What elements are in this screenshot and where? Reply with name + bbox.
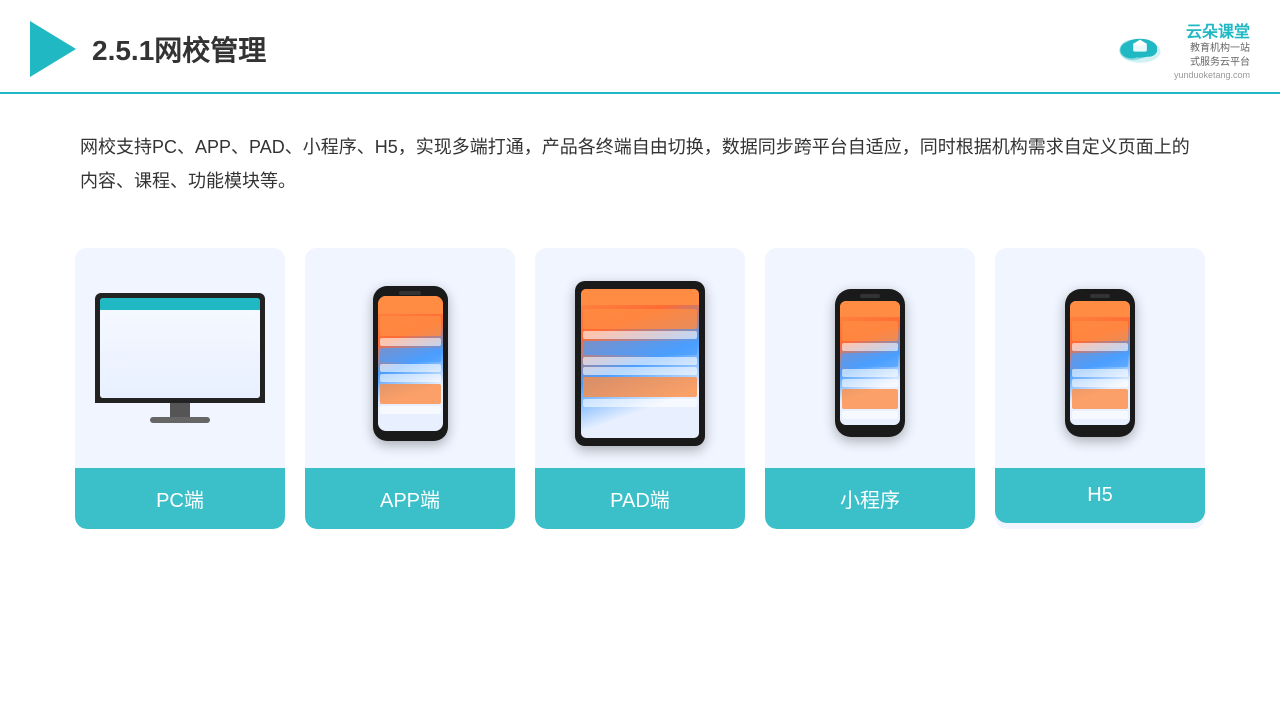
card-miniapp-image: [765, 248, 975, 468]
card-h5: H5: [995, 248, 1205, 529]
card-pad-image: [535, 248, 745, 468]
tablet-pad-icon: [575, 281, 705, 446]
logo-triangle-icon: [30, 21, 76, 77]
card-pc-image: [75, 248, 285, 468]
brand-name: 云朵课堂: [1174, 18, 1250, 42]
brand-text-block: 云朵课堂 教育机构一站 式服务云平台 yunduoketang.com: [1174, 18, 1250, 80]
card-h5-label: H5: [995, 468, 1205, 523]
description-text: 网校支持PC、APP、PAD、小程序、H5，实现多端打通，产品各终端自由切换，数…: [0, 94, 1280, 218]
card-pc-label: PC端: [75, 468, 285, 529]
card-app: APP端: [305, 248, 515, 529]
card-h5-image: [995, 248, 1205, 468]
phone-app-icon: [373, 286, 448, 441]
page-title: 2.5.1网校管理: [92, 29, 266, 69]
brand-tagline: 教育机构一站 式服务云平台: [1174, 42, 1250, 70]
card-pad-label: PAD端: [535, 468, 745, 529]
card-pad: PAD端: [535, 248, 745, 529]
header-left: 2.5.1网校管理: [30, 21, 266, 77]
brand-url: yunduoketang.com: [1174, 70, 1250, 80]
brand-logo: 云朵课堂 教育机构一站 式服务云平台 yunduoketang.com: [1114, 18, 1250, 80]
cards-container: PC端 APP端: [0, 228, 1280, 549]
card-app-image: [305, 248, 515, 468]
phone-h5-icon: [1065, 289, 1135, 437]
card-miniapp-label: 小程序: [765, 468, 975, 529]
pc-monitor-icon: [95, 293, 265, 433]
card-app-label: APP端: [305, 468, 515, 529]
header: 2.5.1网校管理 云朵课堂 教育机构一站 式服务云平台 yunduoketan…: [0, 0, 1280, 94]
cloud-icon: [1114, 31, 1166, 67]
phone-miniapp-icon: [835, 289, 905, 437]
card-pc: PC端: [75, 248, 285, 529]
card-miniapp: 小程序: [765, 248, 975, 529]
description-paragraph: 网校支持PC、APP、PAD、小程序、H5，实现多端打通，产品各终端自由切换，数…: [80, 130, 1200, 198]
